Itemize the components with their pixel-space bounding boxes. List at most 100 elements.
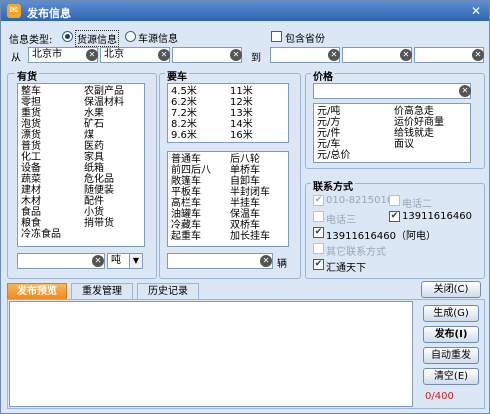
vehicle-length-list[interactable]: 4.5米 6.2米 7.2米 8.2米 9.6米 11米 12米 13米 14米 16米 (167, 83, 289, 143)
list-item[interactable]: 加长挂车 (230, 231, 270, 242)
list-item[interactable]: 9.6米 (171, 130, 197, 141)
list-item[interactable]: 12米 (230, 97, 253, 108)
clear-icon[interactable]: ✕ (86, 49, 98, 61)
list-item[interactable]: 普货 (21, 141, 61, 152)
list-item[interactable]: 7.2米 (171, 108, 197, 119)
clear-icon[interactable]: ✕ (472, 49, 484, 61)
close-button[interactable]: 关闭(C) (421, 281, 481, 298)
list-item[interactable]: 半挂车 (230, 198, 270, 209)
network-checkbox[interactable]: ✔ (313, 259, 324, 270)
list-item[interactable]: 运价好商量 (394, 117, 444, 128)
list-item[interactable]: 农副产品 (84, 86, 124, 97)
list-item[interactable]: 冷冻食品 (21, 229, 61, 240)
include-province-checkbox[interactable] (271, 31, 282, 42)
list-item[interactable]: 零担 (21, 97, 61, 108)
phone3-checkbox[interactable] (313, 211, 324, 222)
goods-radio[interactable] (62, 31, 73, 42)
list-item[interactable]: 后八轮 (230, 154, 270, 165)
list-item[interactable]: 8.2米 (171, 119, 197, 130)
list-item[interactable]: 普通车 (171, 154, 211, 165)
list-item[interactable]: 化工 (21, 152, 61, 163)
preview-textarea[interactable] (9, 301, 413, 407)
tab-republish-manage[interactable]: 重发管理 (71, 283, 133, 299)
clear-icon[interactable]: ✕ (92, 255, 104, 267)
list-item[interactable]: 煤 (84, 130, 124, 141)
list-item[interactable]: 11米 (230, 86, 253, 97)
list-item[interactable]: 家具 (84, 152, 124, 163)
list-item[interactable]: 设备 (21, 163, 61, 174)
list-item[interactable]: 平板车 (171, 187, 211, 198)
clear-icon[interactable]: ✕ (260, 255, 272, 267)
list-item[interactable]: 元/总价 (317, 150, 350, 161)
list-item[interactable]: 小货 (84, 207, 124, 218)
list-item[interactable]: 建材 (21, 185, 61, 196)
clear-icon[interactable]: ✕ (158, 49, 170, 61)
goods-list[interactable]: 整车 零担 重货 泡货 漂货 普货 化工 设备 蔬菜 建材 木材 食品 粮食 冷冻食品 农副产品 保温材料水… (17, 83, 145, 247)
list-item[interactable]: 医药 (84, 141, 124, 152)
price-unit-list[interactable]: 元/吨 元/方 元/件 元/车 元/总价 价高急走 运价好商量 给钱就走 面议 (313, 103, 471, 163)
list-item[interactable]: 食品 (21, 207, 61, 218)
list-item[interactable]: 高栏车 (171, 198, 211, 209)
list-item[interactable]: 半封闭车 (230, 187, 270, 198)
list-item[interactable]: 纸箱 (84, 163, 124, 174)
list-item[interactable]: 价高急走 (394, 106, 444, 117)
clear-button[interactable]: 清空(E) (423, 368, 479, 385)
phone1-checkbox[interactable]: ✔ (313, 195, 324, 206)
list-item[interactable]: 元/车 (317, 139, 350, 150)
list-item[interactable]: 矿石 (84, 119, 124, 130)
list-item[interactable]: 6.2米 (171, 97, 197, 108)
vehicle-radio-label[interactable]: 车源信息 (138, 30, 178, 45)
list-item[interactable]: 16米 (230, 130, 253, 141)
tab-preview[interactable]: 发布预览 (7, 283, 67, 299)
list-item[interactable]: 元/件 (317, 128, 350, 139)
goods-radio-label[interactable]: 货源信息 (75, 30, 119, 47)
phone2-checkbox[interactable] (389, 195, 400, 206)
list-item[interactable]: 油罐车 (171, 209, 211, 220)
list-item[interactable]: 元/吨 (317, 106, 350, 117)
list-item[interactable]: 危化品 (84, 174, 124, 185)
list-item[interactable]: 随便装 (84, 185, 124, 196)
list-item[interactable]: 给钱就走 (394, 128, 444, 139)
list-item[interactable]: 整车 (21, 86, 61, 97)
vehicle-radio[interactable] (125, 31, 136, 42)
list-item[interactable]: 漂货 (21, 130, 61, 141)
price-field[interactable] (313, 83, 471, 99)
list-item[interactable]: 粮食 (21, 218, 61, 229)
list-item[interactable]: 双桥车 (230, 220, 270, 231)
mobile1-checkbox[interactable]: ✔ (389, 211, 400, 222)
list-item[interactable]: 起重车 (171, 231, 211, 242)
list-item[interactable]: 面议 (394, 139, 444, 150)
auto-republish-button[interactable]: 自动重发 (423, 347, 479, 364)
list-item[interactable]: 敞篷车 (171, 176, 211, 187)
vehicle-count-field[interactable] (167, 253, 273, 269)
generate-button[interactable]: 生成(G) (423, 305, 479, 322)
list-item[interactable]: 前四后八 (171, 165, 211, 176)
list-item[interactable]: 14米 (230, 119, 253, 130)
clear-icon[interactable]: ✕ (459, 85, 471, 97)
list-item[interactable]: 13米 (230, 108, 253, 119)
vehicle-type-list[interactable]: 普通车 前四后八 敞篷车 平板车 高栏车 油罐车 冷藏车 起重车 后八轮 单桥车 自卸车 半封闭车半… (167, 151, 289, 247)
list-item[interactable]: 配件 (84, 196, 124, 207)
other-contact-checkbox[interactable] (313, 243, 324, 254)
close-window-icon[interactable]: ✕ (468, 4, 484, 18)
chevron-down-icon[interactable]: ▼ (129, 253, 143, 269)
list-item[interactable]: 保温车 (230, 209, 270, 220)
clear-icon[interactable]: ✕ (328, 49, 340, 61)
list-item[interactable]: 单桥车 (230, 165, 270, 176)
list-item[interactable]: 木材 (21, 196, 61, 207)
mobile2-checkbox[interactable]: ✔ (313, 227, 324, 238)
list-item[interactable]: 捎带货 (84, 218, 124, 229)
list-item[interactable]: 元/方 (317, 117, 350, 128)
list-item[interactable]: 4.5米 (171, 86, 197, 97)
list-item[interactable]: 蔬菜 (21, 174, 61, 185)
list-item[interactable]: 保温材料 (84, 97, 124, 108)
clear-icon[interactable]: ✕ (400, 49, 412, 61)
tab-history[interactable]: 历史记录 (137, 283, 199, 299)
clear-icon[interactable]: ✕ (230, 49, 242, 61)
list-item[interactable]: 水果 (84, 108, 124, 119)
list-item[interactable]: 重货 (21, 108, 61, 119)
publish-button[interactable]: 发布(I) (423, 326, 479, 343)
list-item[interactable]: 冷藏车 (171, 220, 211, 231)
list-item[interactable]: 自卸车 (230, 176, 270, 187)
list-item[interactable]: 泡货 (21, 119, 61, 130)
